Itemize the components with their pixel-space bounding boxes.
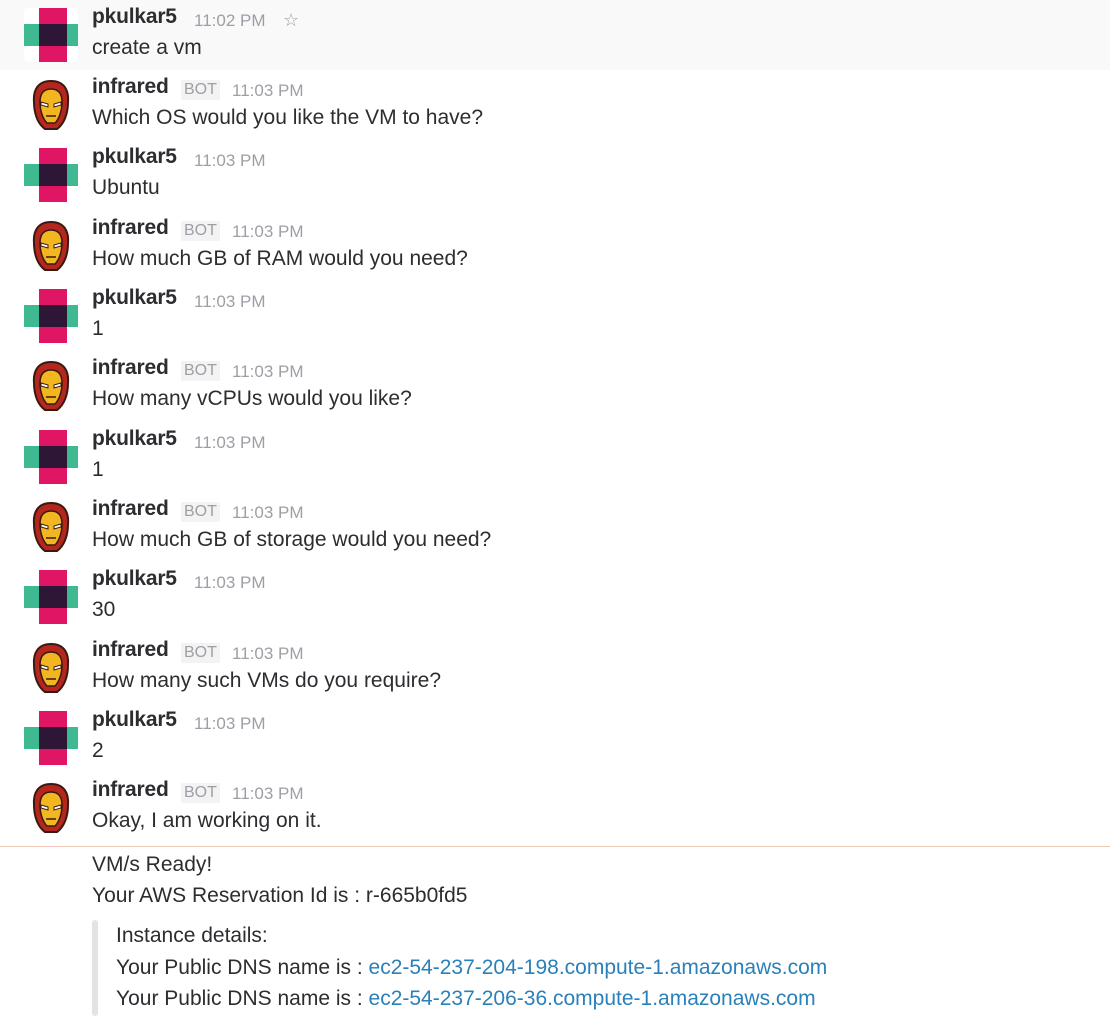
message-text: 1 — [92, 317, 104, 340]
timestamp[interactable]: 11:03 PM — [232, 222, 304, 242]
message-row[interactable]: infrared BOT 11:03 PM How many vCPUs would … — [0, 351, 1110, 421]
iron-man-avatar[interactable] — [24, 781, 78, 835]
timestamp[interactable]: 11:03 PM — [194, 151, 266, 171]
timestamp[interactable]: 11:03 PM — [232, 503, 304, 523]
message-text: How many vCPUs would you like? — [92, 387, 412, 410]
avatar[interactable] — [24, 711, 78, 765]
timestamp[interactable]: 11:03 PM — [194, 433, 266, 453]
iron-man-avatar[interactable] — [24, 78, 78, 132]
message-text: Okay, I am working on it. — [92, 809, 322, 832]
bot-badge: BOT — [181, 80, 220, 100]
avatar[interactable] — [24, 500, 78, 554]
timestamp[interactable]: 11:03 PM — [232, 81, 304, 101]
timestamp[interactable]: 11:03 PM — [194, 292, 266, 312]
sender-name[interactable]: pkulkar5 — [92, 567, 177, 591]
iron-man-avatar[interactable] — [24, 359, 78, 413]
sender-name[interactable]: pkulkar5 — [92, 286, 177, 310]
message-row[interactable]: pkulkar5 11:03 PM 1 — [0, 422, 1110, 492]
identicon-avatar[interactable] — [24, 148, 78, 202]
message-text: How many such VMs do you require? — [92, 669, 441, 692]
bot-badge: BOT — [181, 502, 220, 522]
star-icon[interactable]: ☆ — [283, 10, 299, 31]
timestamp[interactable]: 11:02 PM — [194, 11, 266, 31]
sender-name[interactable]: infrared — [92, 75, 169, 99]
identicon-avatar[interactable] — [24, 711, 78, 765]
message-text: How much GB of RAM would you need? — [92, 247, 468, 270]
timestamp[interactable]: 11:03 PM — [194, 714, 266, 734]
sender-name[interactable]: pkulkar5 — [92, 5, 177, 29]
dns-label: Your Public DNS name is : — [116, 956, 369, 979]
message-text: create a vm — [92, 36, 202, 59]
message-text: 2 — [92, 739, 104, 762]
timestamp[interactable]: 11:03 PM — [232, 644, 304, 664]
message-row[interactable]: pkulkar5 11:03 PM Ubuntu — [0, 140, 1110, 210]
dns-link-2[interactable]: ec2-54-237-206-36.compute-1.amazonaws.co… — [369, 987, 816, 1010]
followup-line-ready: VM/s Ready! — [92, 853, 213, 876]
identicon-avatar[interactable] — [24, 289, 78, 343]
message-row[interactable]: pkulkar5 11:03 PM 30 — [0, 562, 1110, 632]
avatar[interactable] — [24, 289, 78, 343]
bot-badge: BOT — [181, 783, 220, 803]
iron-man-avatar[interactable] — [24, 500, 78, 554]
dns-link-1[interactable]: ec2-54-237-204-198.compute-1.amazonaws.c… — [369, 956, 828, 979]
message-row[interactable]: infrared BOT 11:03 PM Which OS would you li… — [0, 70, 1110, 140]
message-text: 30 — [92, 598, 116, 621]
message-text: How much GB of storage would you need? — [92, 528, 492, 551]
timestamp[interactable]: 11:03 PM — [194, 573, 266, 593]
sender-name[interactable]: pkulkar5 — [92, 427, 177, 451]
sender-name[interactable]: infrared — [92, 356, 169, 380]
timestamp[interactable]: 11:03 PM — [232, 362, 304, 382]
new-messages-divider — [0, 846, 1110, 847]
sender-name[interactable]: pkulkar5 — [92, 145, 177, 169]
timestamp[interactable]: 11:03 PM — [232, 784, 304, 804]
avatar[interactable] — [24, 148, 78, 202]
iron-man-avatar[interactable] — [24, 641, 78, 695]
avatar[interactable] — [24, 8, 78, 62]
message-text: 1 — [92, 458, 104, 481]
sender-name[interactable]: pkulkar5 — [92, 708, 177, 732]
message-row[interactable]: infrared BOT 11:03 PM How many such VMs do … — [0, 633, 1110, 703]
attachment-title: Instance details: — [116, 924, 268, 947]
bot-badge: BOT — [181, 643, 220, 663]
message-text: Which OS would you like the VM to have? — [92, 106, 484, 129]
followup-line-reservation: Your AWS Reservation Id is : r-665b0fd5 — [92, 884, 468, 907]
avatar[interactable] — [24, 359, 78, 413]
avatar[interactable] — [24, 781, 78, 835]
attachment-bar — [92, 920, 98, 1016]
avatar[interactable] — [24, 570, 78, 624]
avatar[interactable] — [24, 219, 78, 273]
sender-name[interactable]: infrared — [92, 216, 169, 240]
avatar[interactable] — [24, 430, 78, 484]
attachment-dns-line-1: Your Public DNS name is : ec2-54-237-204… — [116, 956, 827, 980]
avatar[interactable] — [24, 78, 78, 132]
message-row[interactable]: infrared BOT 11:03 PM How much GB of storag… — [0, 492, 1110, 562]
bot-badge: BOT — [181, 221, 220, 241]
message-row[interactable]: pkulkar5 11:03 PM 2 — [0, 703, 1110, 773]
sender-name[interactable]: infrared — [92, 778, 169, 802]
identicon-avatar[interactable] — [24, 430, 78, 484]
identicon-avatar[interactable] — [24, 8, 78, 62]
attachment-dns-line-2: Your Public DNS name is : ec2-54-237-206… — [116, 987, 816, 1011]
message-row[interactable]: infrared BOT 11:03 PM How much GB of RAM wo… — [0, 211, 1110, 281]
bot-badge: BOT — [181, 361, 220, 381]
message-text: Ubuntu — [92, 176, 160, 199]
avatar[interactable] — [24, 641, 78, 695]
dns-label: Your Public DNS name is : — [116, 987, 369, 1010]
sender-name[interactable]: infrared — [92, 638, 169, 662]
message-row[interactable]: infrared BOT 11:03 PM Okay, I am working on… — [0, 773, 1110, 843]
message-row[interactable]: pkulkar5 11:02 PM ☆ create a vm — [0, 0, 1110, 70]
iron-man-avatar[interactable] — [24, 219, 78, 273]
identicon-avatar[interactable] — [24, 570, 78, 624]
message-row[interactable]: pkulkar5 11:03 PM 1 — [0, 281, 1110, 351]
sender-name[interactable]: infrared — [92, 497, 169, 521]
